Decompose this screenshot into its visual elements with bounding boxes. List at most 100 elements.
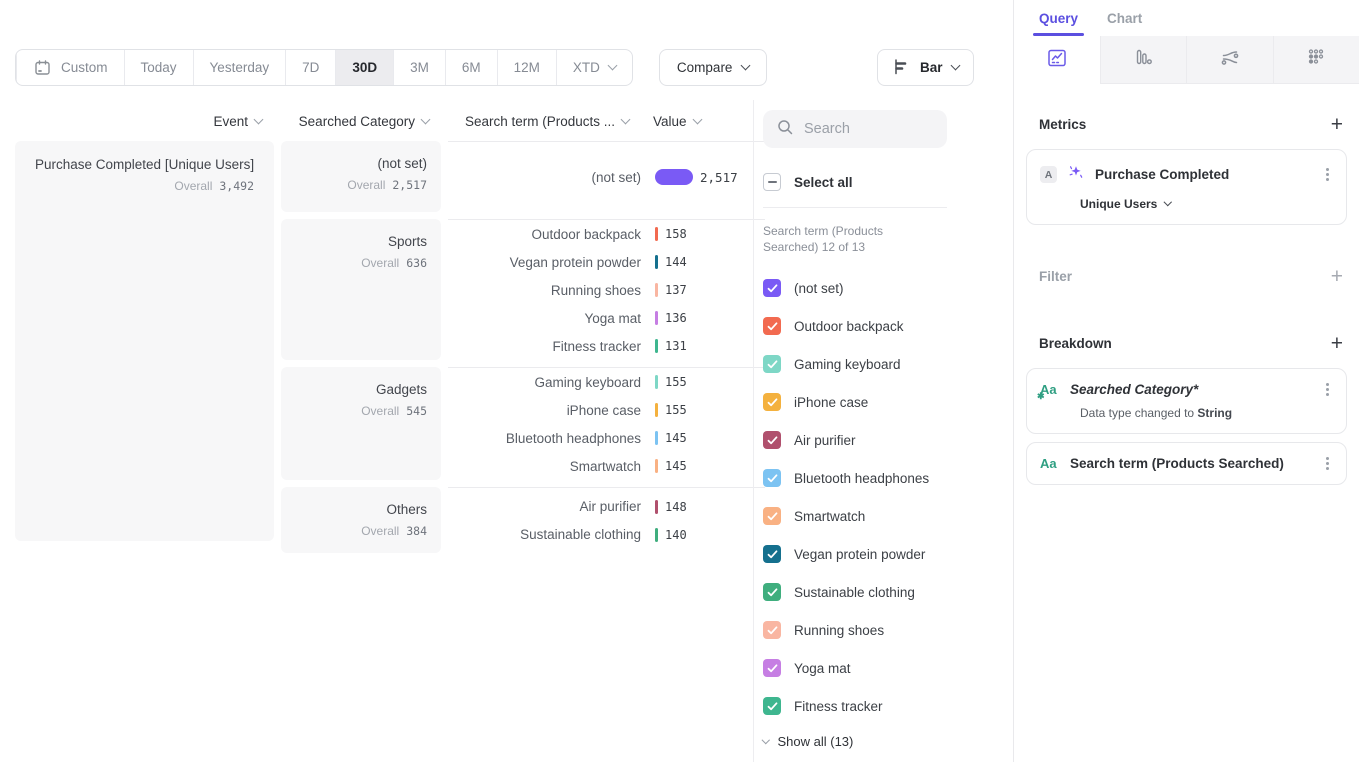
category-cell[interactable]: Gadgets Overall545 — [281, 367, 441, 480]
term-row[interactable]: Smartwatch 145 — [448, 452, 765, 480]
category-name: Sports — [295, 234, 427, 249]
date-range-button[interactable]: Custom — [16, 50, 124, 85]
checkbox-checked[interactable] — [763, 697, 781, 715]
column-header-event[interactable]: Event — [15, 114, 262, 129]
term-checkbox-label: Smartwatch — [794, 509, 865, 524]
metric-card[interactable]: A Purchase Completed Unique Users — [1026, 149, 1347, 225]
term-row[interactable]: Fitness tracker 131 — [448, 332, 765, 360]
event-cell[interactable]: Purchase Completed [Unique Users] Overal… — [15, 141, 274, 541]
tab-retention[interactable] — [1273, 36, 1359, 84]
add-breakdown-button[interactable]: + — [1331, 333, 1343, 354]
term-checkbox-item[interactable]: iPhone case — [763, 383, 1013, 421]
checkbox-checked[interactable] — [763, 507, 781, 525]
category-cell[interactable]: Others Overall384 — [281, 487, 441, 553]
add-filter-button[interactable]: + — [1331, 266, 1343, 287]
term-checkbox-label: (not set) — [794, 281, 844, 296]
term-row[interactable]: (not set) 2,517 — [448, 142, 765, 212]
term-row[interactable]: Vegan protein powder 144 — [448, 248, 765, 276]
compare-button[interactable]: Compare — [659, 49, 768, 86]
sidebar-tab-label: Query — [1039, 11, 1078, 26]
date-range-button[interactable]: 3M — [393, 50, 445, 85]
breakdown-card-search-term[interactable]: Aa Search term (Products Searched) — [1026, 442, 1347, 485]
chart-type-dropdown[interactable]: Bar — [877, 49, 974, 86]
date-range-button[interactable]: 7D — [285, 50, 335, 85]
category-group: (not set) Overall2,517 (not set) 2,517 — [281, 141, 765, 212]
tab-insights[interactable] — [1014, 36, 1100, 84]
term-row[interactable]: iPhone case 155 — [448, 396, 765, 424]
string-property-icon: Aa✱ — [1040, 382, 1060, 397]
show-all-toggle[interactable]: Show all (13) — [763, 734, 1013, 749]
term-checkbox-item[interactable]: Sustainable clothing — [763, 573, 1013, 611]
sidebar-tab[interactable]: Chart — [1107, 11, 1142, 36]
date-range-button[interactable]: Yesterday — [193, 50, 286, 85]
checkbox-checked[interactable] — [763, 431, 781, 449]
search-box[interactable] — [763, 110, 947, 148]
checkbox-checked[interactable] — [763, 469, 781, 487]
term-checkbox-item[interactable]: Fitness tracker — [763, 687, 1013, 725]
category-cell[interactable]: Sports Overall636 — [281, 219, 441, 360]
date-range-button[interactable]: 6M — [445, 50, 497, 85]
term-checkbox-item[interactable]: Bluetooth headphones — [763, 459, 1013, 497]
term-row[interactable]: Bluetooth headphones 145 — [448, 424, 765, 452]
term-label: Fitness tracker — [448, 339, 641, 354]
breakdown-card-searched-category[interactable]: Aa✱ Searched Category* Data type changed… — [1026, 368, 1347, 434]
value-text: 145 — [665, 431, 687, 445]
value-text: 145 — [665, 459, 687, 473]
checkbox-checked[interactable] — [763, 659, 781, 677]
kebab-menu-icon[interactable] — [1326, 388, 1329, 391]
column-header-searched-category[interactable]: Searched Category — [269, 114, 429, 129]
checkbox-checked[interactable] — [763, 621, 781, 639]
category-overall: Overall2,517 — [295, 178, 427, 192]
column-header-search-term[interactable]: Search term (Products ... — [436, 114, 629, 129]
term-row[interactable]: Air purifier 148 — [448, 493, 765, 521]
chevron-down-icon — [1164, 198, 1172, 206]
term-checkbox-item[interactable]: Running shoes — [763, 611, 1013, 649]
term-checkbox-item[interactable]: Smartwatch — [763, 497, 1013, 535]
column-header-value[interactable]: Value — [653, 114, 701, 129]
term-row[interactable]: Sustainable clothing 140 — [448, 521, 765, 549]
check-icon — [767, 588, 778, 597]
select-all-row[interactable]: Select all — [763, 173, 1013, 191]
date-range-button[interactable]: XTD — [556, 50, 632, 85]
term-checkbox-label: iPhone case — [794, 395, 868, 410]
check-icon — [767, 550, 778, 559]
tab-funnels[interactable] — [1100, 36, 1187, 84]
category-overall: Overall545 — [295, 404, 427, 418]
measure-dropdown[interactable]: Unique Users — [1080, 197, 1334, 211]
checkbox-checked[interactable] — [763, 355, 781, 373]
term-label: Air purifier — [448, 499, 641, 514]
tab-flows[interactable] — [1186, 36, 1273, 84]
term-row[interactable]: Outdoor backpack 158 — [448, 220, 765, 248]
term-checkbox-item[interactable]: Gaming keyboard — [763, 345, 1013, 383]
date-range-segmented-control: Custom Today Yesterday 7D — [15, 49, 633, 86]
term-checkbox-item[interactable]: (not set) — [763, 269, 1013, 307]
kebab-menu-icon[interactable] — [1326, 173, 1329, 176]
date-range-button[interactable]: Today — [124, 50, 193, 85]
kebab-menu-icon[interactable] — [1326, 462, 1329, 465]
term-checkbox-item[interactable]: Outdoor backpack — [763, 307, 1013, 345]
term-row[interactable]: Yoga mat 136 — [448, 304, 765, 332]
sidebar-tab[interactable]: Query — [1039, 11, 1078, 36]
breakdown-section-header: Breakdown + — [1014, 333, 1359, 354]
date-range-button[interactable]: 30D — [335, 50, 393, 85]
term-label: iPhone case — [448, 403, 641, 418]
date-range-button[interactable]: 12M — [497, 50, 556, 85]
term-label: Bluetooth headphones — [448, 431, 641, 446]
sidebar-tab-label: Chart — [1107, 11, 1142, 26]
search-input[interactable] — [804, 121, 934, 137]
checkbox-checked[interactable] — [763, 279, 781, 297]
add-metric-button[interactable]: + — [1331, 114, 1343, 135]
select-all-checkbox[interactable] — [763, 173, 781, 191]
term-checkbox-item[interactable]: Air purifier — [763, 421, 1013, 459]
checkbox-checked[interactable] — [763, 317, 781, 335]
term-measure: 136 — [655, 311, 765, 325]
category-cell[interactable]: (not set) Overall2,517 — [281, 141, 441, 212]
term-row[interactable]: Running shoes 137 — [448, 276, 765, 304]
term-checkbox-item[interactable]: Yoga mat — [763, 649, 1013, 687]
bar-columns-icon — [1132, 46, 1154, 73]
term-checkbox-item[interactable]: Vegan protein powder — [763, 535, 1013, 573]
checkbox-checked[interactable] — [763, 545, 781, 563]
term-row[interactable]: Gaming keyboard 155 — [448, 368, 765, 396]
checkbox-checked[interactable] — [763, 583, 781, 601]
checkbox-checked[interactable] — [763, 393, 781, 411]
